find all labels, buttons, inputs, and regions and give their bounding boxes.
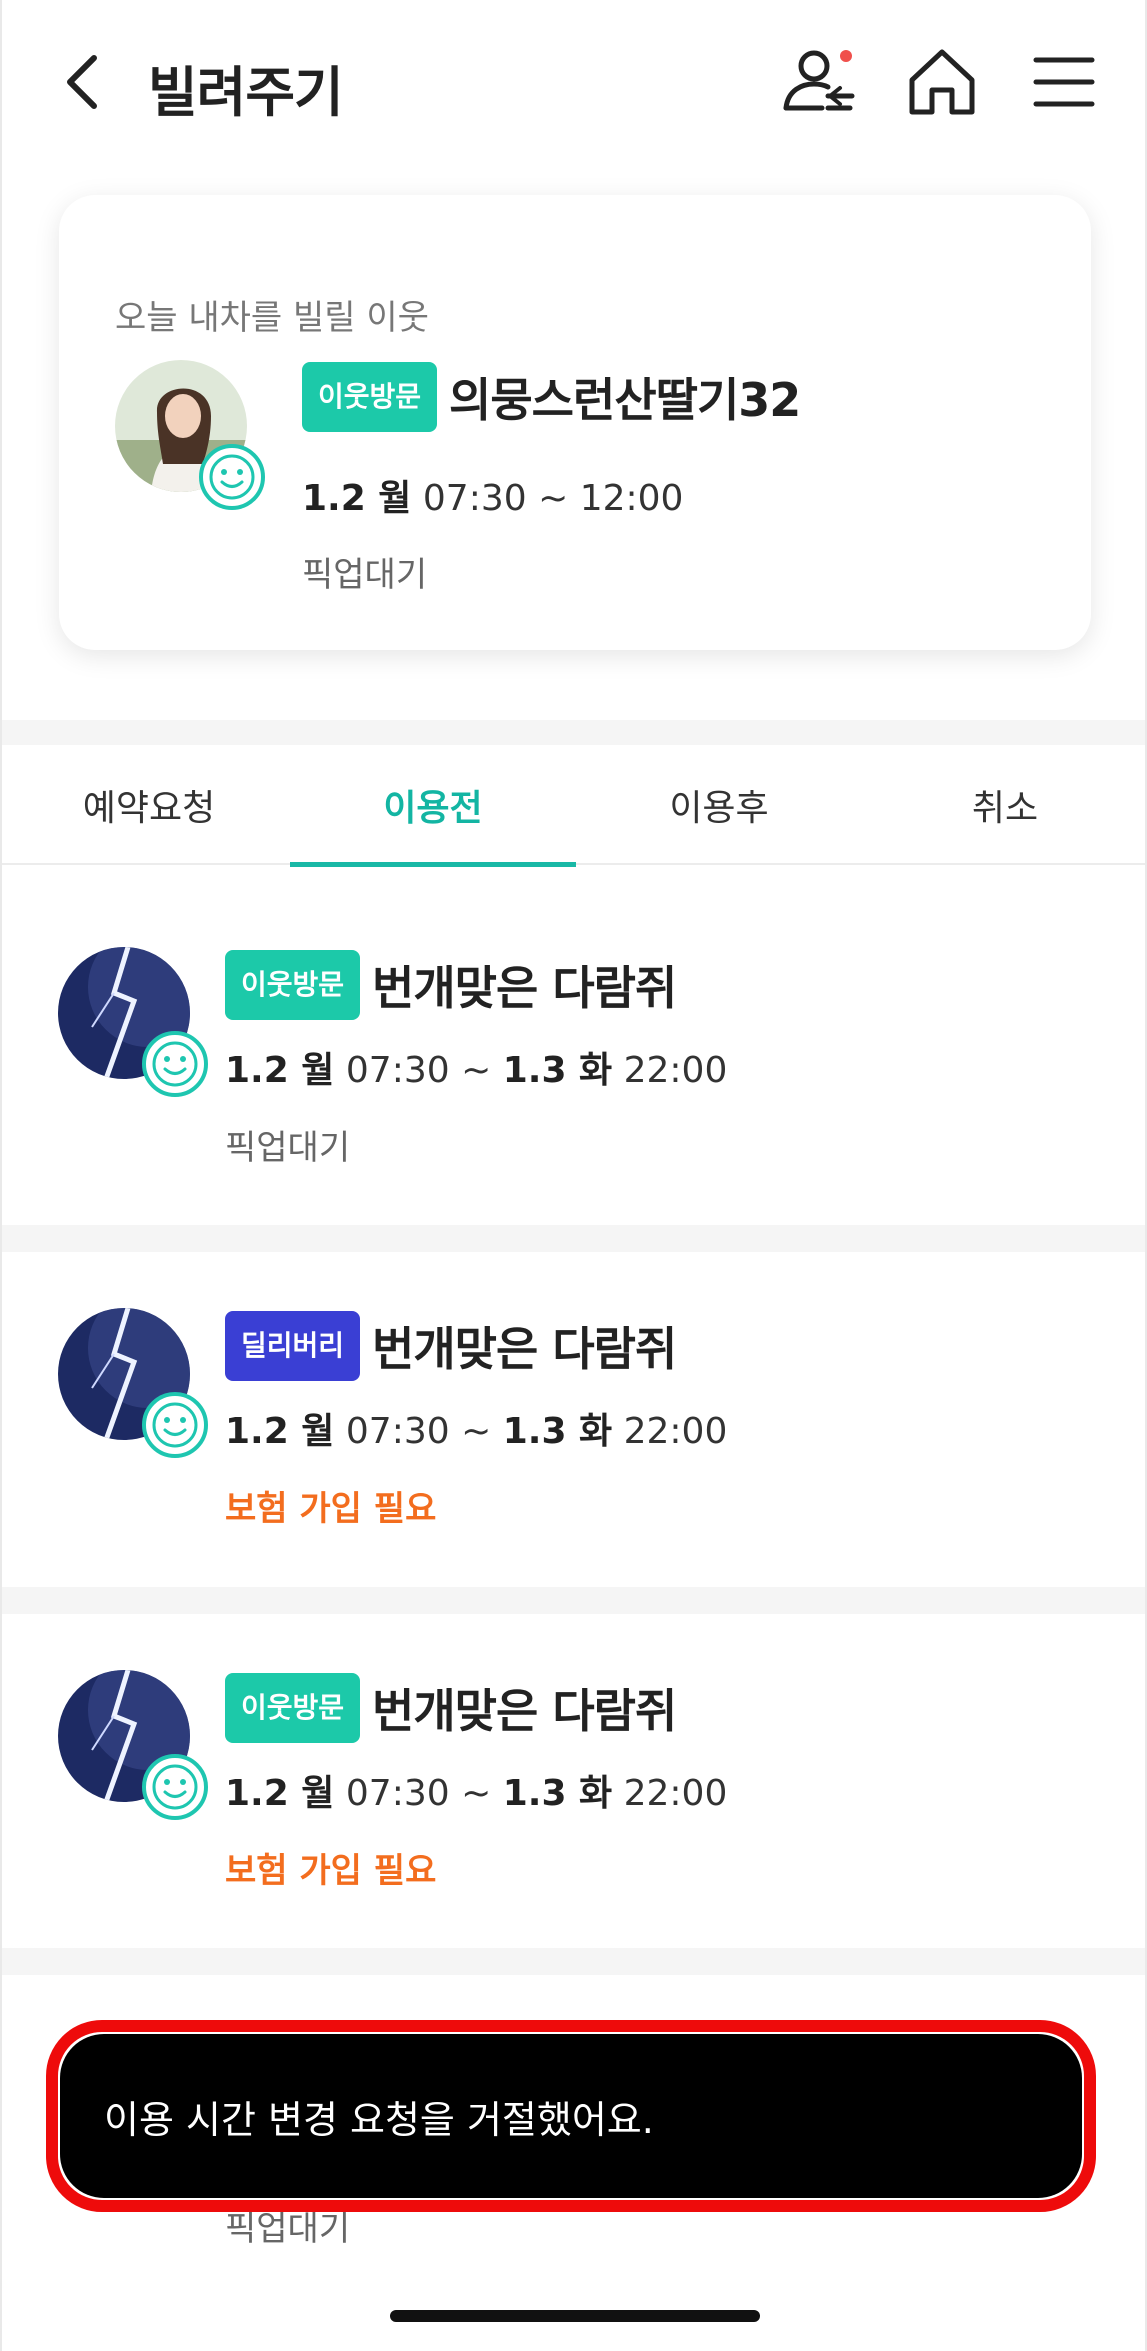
toast-highlight-outline (46, 2020, 1096, 2212)
tab-after-use[interactable]: 이용후 (576, 745, 862, 865)
avatar (58, 1670, 208, 1820)
today-renter-section: 오늘 내차를 빌릴 이웃 이웃방문 의뭉스런산딸기32 1.2 월 07:30 … (2, 165, 1145, 720)
screen: 빌려주기 오늘 내차를 빌릴 이웃 이웃방문 의뭉스런산딸기32 1.2 월 0… (0, 0, 1147, 2351)
home-icon[interactable] (902, 42, 982, 122)
status-tabs: 예약요청 이용전 이용후 취소 (2, 745, 1145, 867)
menu-icon[interactable] (1024, 42, 1104, 122)
insurance-required-status: 보험 가입 필요 (225, 1851, 437, 1891)
user-notification-icon[interactable] (780, 42, 860, 122)
page-title: 빌려주기 (148, 61, 344, 124)
start-time: 07:30 (345, 1050, 450, 1091)
list-divider (2, 1587, 1145, 1614)
section-divider (2, 720, 1145, 745)
renter-title: 이웃방문 의뭉스런산딸기32 (302, 362, 801, 432)
home-indicator[interactable] (390, 2310, 760, 2322)
visit-tag: 이웃방문 (225, 1673, 361, 1743)
list-item[interactable]: 딜리버리 번개맞은 다람쥐 1.2 월 07:30 ~ 1.3 화 22:00 보… (2, 1252, 1145, 1582)
time-separator: ~ (461, 1050, 492, 1091)
tab-before-use[interactable]: 이용전 (290, 745, 576, 867)
item-time: 1.2 월 07:30 ~ 1.3 화 22:00 (225, 1402, 727, 1454)
start-date: 1.2 월 (225, 1773, 335, 1814)
end-date: 1.3 화 (502, 1411, 613, 1452)
smile-icon (142, 1392, 208, 1458)
end-time: 22:00 (623, 1411, 728, 1452)
end-time: 22:00 (623, 1773, 728, 1814)
rental-date: 1.2 월 (302, 478, 412, 519)
list-divider (2, 1948, 1145, 1975)
visit-tag: 이웃방문 (302, 362, 438, 432)
today-renter-card[interactable]: 오늘 내차를 빌릴 이웃 이웃방문 의뭉스런산딸기32 1.2 월 07:30 … (59, 195, 1091, 650)
delivery-tag: 딜리버리 (225, 1311, 361, 1381)
list-item[interactable]: 이웃방문 번개맞은 다람쥐 1.2 월 07:30 ~ 1.3 화 22:00 보… (2, 1614, 1145, 1944)
visit-tag: 이웃방문 (225, 950, 361, 1020)
item-time: 1.2 월 07:30 ~ 1.3 화 22:00 (225, 1764, 727, 1816)
tab-cancel[interactable]: 취소 (862, 745, 1145, 865)
avatar (115, 360, 265, 510)
item-title: 이웃방문 번개맞은 다람쥐 (225, 1673, 677, 1743)
item-time: 1.2 월 07:30 ~ 1.3 화 22:00 (225, 1041, 727, 1093)
item-nickname: 번개맞은 다람쥐 (372, 1684, 677, 1738)
tab-reservation-request[interactable]: 예약요청 (6, 745, 292, 865)
item-title: 딜리버리 번개맞은 다람쥐 (225, 1311, 677, 1381)
rental-time: 1.2 월 07:30 ~ 12:00 (302, 469, 683, 521)
rental-status: 픽업대기 (302, 555, 428, 595)
end-date: 1.3 화 (502, 1050, 613, 1091)
item-nickname: 번개맞은 다람쥐 (372, 1322, 677, 1376)
start-time: 07:30 (345, 1411, 450, 1452)
end-time: 22:00 (623, 1050, 728, 1091)
insurance-required-status: 보험 가입 필요 (225, 1489, 437, 1529)
start-date: 1.2 월 (225, 1050, 335, 1091)
app-header: 빌려주기 (2, 0, 1145, 165)
card-caption: 오늘 내차를 빌릴 이웃 (115, 298, 429, 338)
item-status: 픽업대기 (225, 1128, 351, 1168)
smile-icon (142, 1754, 208, 1820)
item-nickname: 번개맞은 다람쥐 (372, 961, 677, 1015)
avatar (58, 947, 208, 1097)
list-divider (2, 1225, 1145, 1252)
end-date: 1.3 화 (502, 1773, 613, 1814)
item-title: 이웃방문 번개맞은 다람쥐 (225, 950, 677, 1020)
renter-nickname: 의뭉스런산딸기32 (449, 373, 801, 427)
time-separator: ~ (461, 1411, 492, 1452)
list-item[interactable]: 이웃방문 번개맞은 다람쥐 1.2 월 07:30 ~ 1.3 화 22:00 픽… (2, 867, 1145, 1197)
smile-icon (142, 1031, 208, 1097)
time-separator: ~ (461, 1773, 492, 1814)
smile-icon (199, 444, 265, 510)
start-date: 1.2 월 (225, 1411, 335, 1452)
back-icon[interactable] (60, 50, 110, 114)
start-time: 07:30 (345, 1773, 450, 1814)
rental-time-range: 07:30 ~ 12:00 (422, 478, 684, 519)
avatar (58, 1308, 208, 1458)
